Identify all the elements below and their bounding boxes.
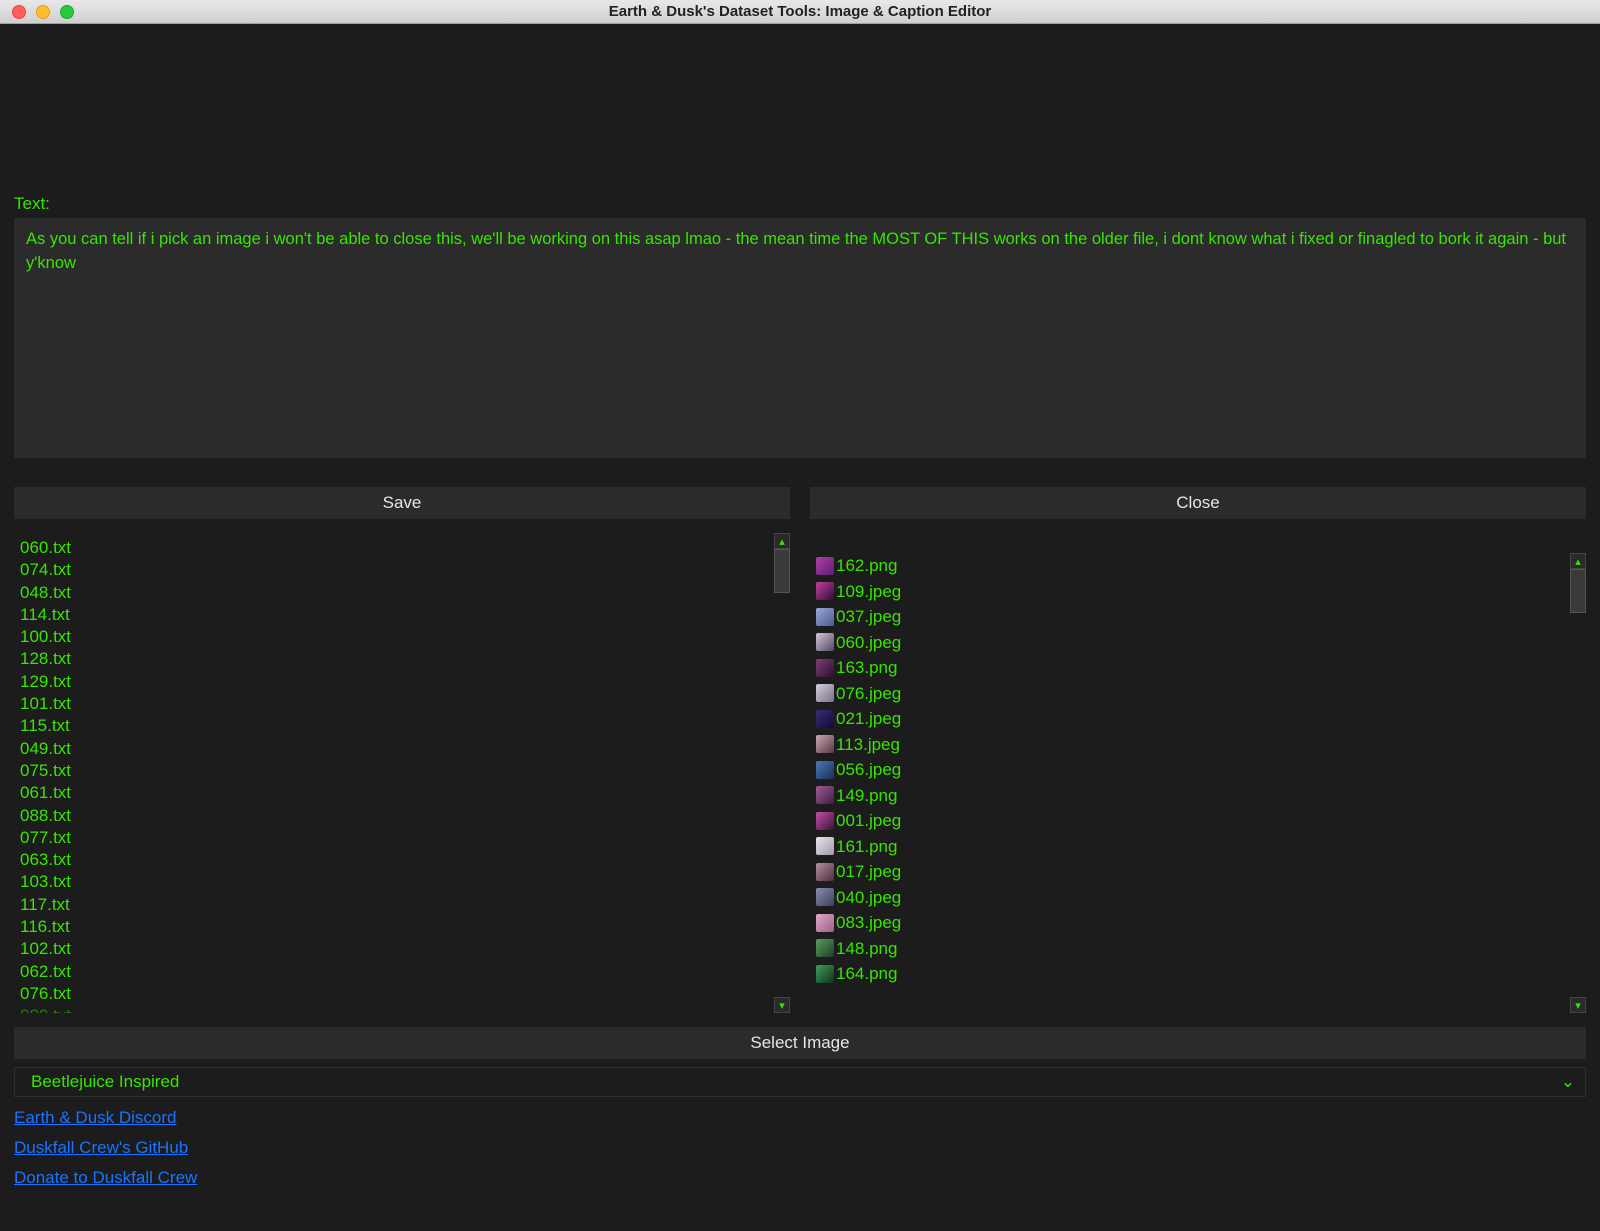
image-thumbnail-icon [816,710,834,728]
image-preview-area [14,24,1586,194]
list-item[interactable]: 076.jpeg [816,681,1580,707]
chevron-down-icon[interactable]: ▾ [1570,997,1586,1013]
image-thumbnail-icon [816,837,834,855]
list-item[interactable]: 116.txt [20,916,784,938]
list-item[interactable]: 021.jpeg [816,706,1580,732]
list-item[interactable]: 049.txt [20,738,784,760]
image-thumbnail-icon [816,965,834,983]
list-item-label: 037.jpeg [836,604,901,630]
list-item[interactable]: 089.txt [20,1005,784,1013]
image-thumbnail-icon [816,608,834,626]
image-thumbnail-icon [816,582,834,600]
list-item[interactable]: 148.png [816,936,1580,962]
list-item[interactable]: 001.jpeg [816,808,1580,834]
list-item-label: 017.jpeg [836,859,901,885]
list-item-label: 164.png [836,961,897,987]
list-item-label: 076.jpeg [836,681,901,707]
list-item[interactable]: 103.txt [20,871,784,893]
list-item-label: 040.jpeg [836,885,901,911]
list-item[interactable]: 129.txt [20,671,784,693]
list-item[interactable]: 056.jpeg [816,757,1580,783]
list-item[interactable]: 074.txt [20,559,784,581]
txt-file-list[interactable]: 060.txt074.txt048.txt114.txt100.txt128.t… [14,533,790,1013]
list-item[interactable]: 128.txt [20,648,784,670]
list-item[interactable]: 040.jpeg [816,885,1580,911]
list-item[interactable]: 117.txt [20,894,784,916]
list-item[interactable]: 076.txt [20,983,784,1005]
select-image-button[interactable]: Select Image [14,1027,1586,1059]
list-item-label: 056.jpeg [836,757,901,783]
preset-dropdown[interactable]: Beetlejuice Inspired ⌄ [14,1067,1586,1097]
list-item[interactable]: 115.txt [20,715,784,737]
image-thumbnail-icon [816,735,834,753]
list-item[interactable]: 164.png [816,961,1580,987]
list-item[interactable]: 061.txt [20,782,784,804]
list-item-label: 109.jpeg [836,579,901,605]
image-thumbnail-icon [816,939,834,957]
list-item[interactable]: 048.txt [20,582,784,604]
image-thumbnail-icon [816,761,834,779]
list-item[interactable]: 017.jpeg [816,859,1580,885]
chevron-up-icon[interactable]: ▴ [774,533,790,549]
list-item[interactable]: 063.txt [20,849,784,871]
list-item-label: 149.png [836,783,897,809]
chevron-up-icon[interactable]: ▴ [1570,553,1586,569]
list-item[interactable]: 113.jpeg [816,732,1580,758]
image-thumbnail-icon [816,812,834,830]
image-thumbnail-icon [816,914,834,932]
scrollbar-thumb[interactable] [774,549,790,593]
chevron-down-icon: ⌄ [1561,1072,1575,1092]
image-file-list[interactable]: 162.png109.jpeg037.jpeg060.jpeg163.png07… [810,533,1586,1013]
image-thumbnail-icon [816,557,834,575]
list-item-label: 083.jpeg [836,910,901,936]
list-item-label: 163.png [836,655,897,681]
list-item-label: 021.jpeg [836,706,901,732]
github-link[interactable]: Duskfall Crew's GitHub [14,1133,188,1163]
discord-link[interactable]: Earth & Dusk Discord [14,1103,177,1133]
chevron-down-icon[interactable]: ▾ [774,997,790,1013]
list-item-label: 148.png [836,936,897,962]
list-item-label: 001.jpeg [836,808,901,834]
list-item[interactable]: 163.png [816,655,1580,681]
list-item-label: 060.jpeg [836,630,901,656]
save-button[interactable]: Save [14,487,790,519]
image-thumbnail-icon [816,684,834,702]
image-thumbnail-icon [816,659,834,677]
list-item[interactable]: 060.jpeg [816,630,1580,656]
list-item-label: 162.png [836,553,897,579]
donate-link[interactable]: Donate to Duskfall Crew [14,1163,197,1193]
image-thumbnail-icon [816,786,834,804]
list-item-label: 161.png [836,834,897,860]
text-label: Text: [14,194,1586,214]
close-button[interactable]: Close [810,487,1586,519]
caption-textarea[interactable] [14,218,1586,458]
list-item[interactable]: 100.txt [20,626,784,648]
list-item[interactable]: 060.txt [20,537,784,559]
list-item[interactable]: 101.txt [20,693,784,715]
footer-links: Earth & Dusk Discord Duskfall Crew's Git… [14,1103,1586,1193]
list-item[interactable]: 162.png [816,553,1580,579]
window-titlebar: Earth & Dusk's Dataset Tools: Image & Ca… [0,0,1600,24]
list-item[interactable]: 037.jpeg [816,604,1580,630]
list-item[interactable]: 161.png [816,834,1580,860]
list-item[interactable]: 109.jpeg [816,579,1580,605]
image-thumbnail-icon [816,633,834,651]
image-thumbnail-icon [816,888,834,906]
list-item[interactable]: 114.txt [20,604,784,626]
list-item-label: 113.jpeg [836,732,900,758]
list-item[interactable]: 083.jpeg [816,910,1580,936]
dropdown-selected-label: Beetlejuice Inspired [31,1072,179,1092]
list-item[interactable]: 102.txt [20,938,784,960]
scrollbar-thumb[interactable] [1570,569,1586,613]
list-item[interactable]: 062.txt [20,961,784,983]
list-item[interactable]: 149.png [816,783,1580,809]
list-item[interactable]: 088.txt [20,805,784,827]
image-thumbnail-icon [816,863,834,881]
window-title: Earth & Dusk's Dataset Tools: Image & Ca… [0,3,1600,20]
list-item[interactable]: 077.txt [20,827,784,849]
list-item[interactable]: 075.txt [20,760,784,782]
